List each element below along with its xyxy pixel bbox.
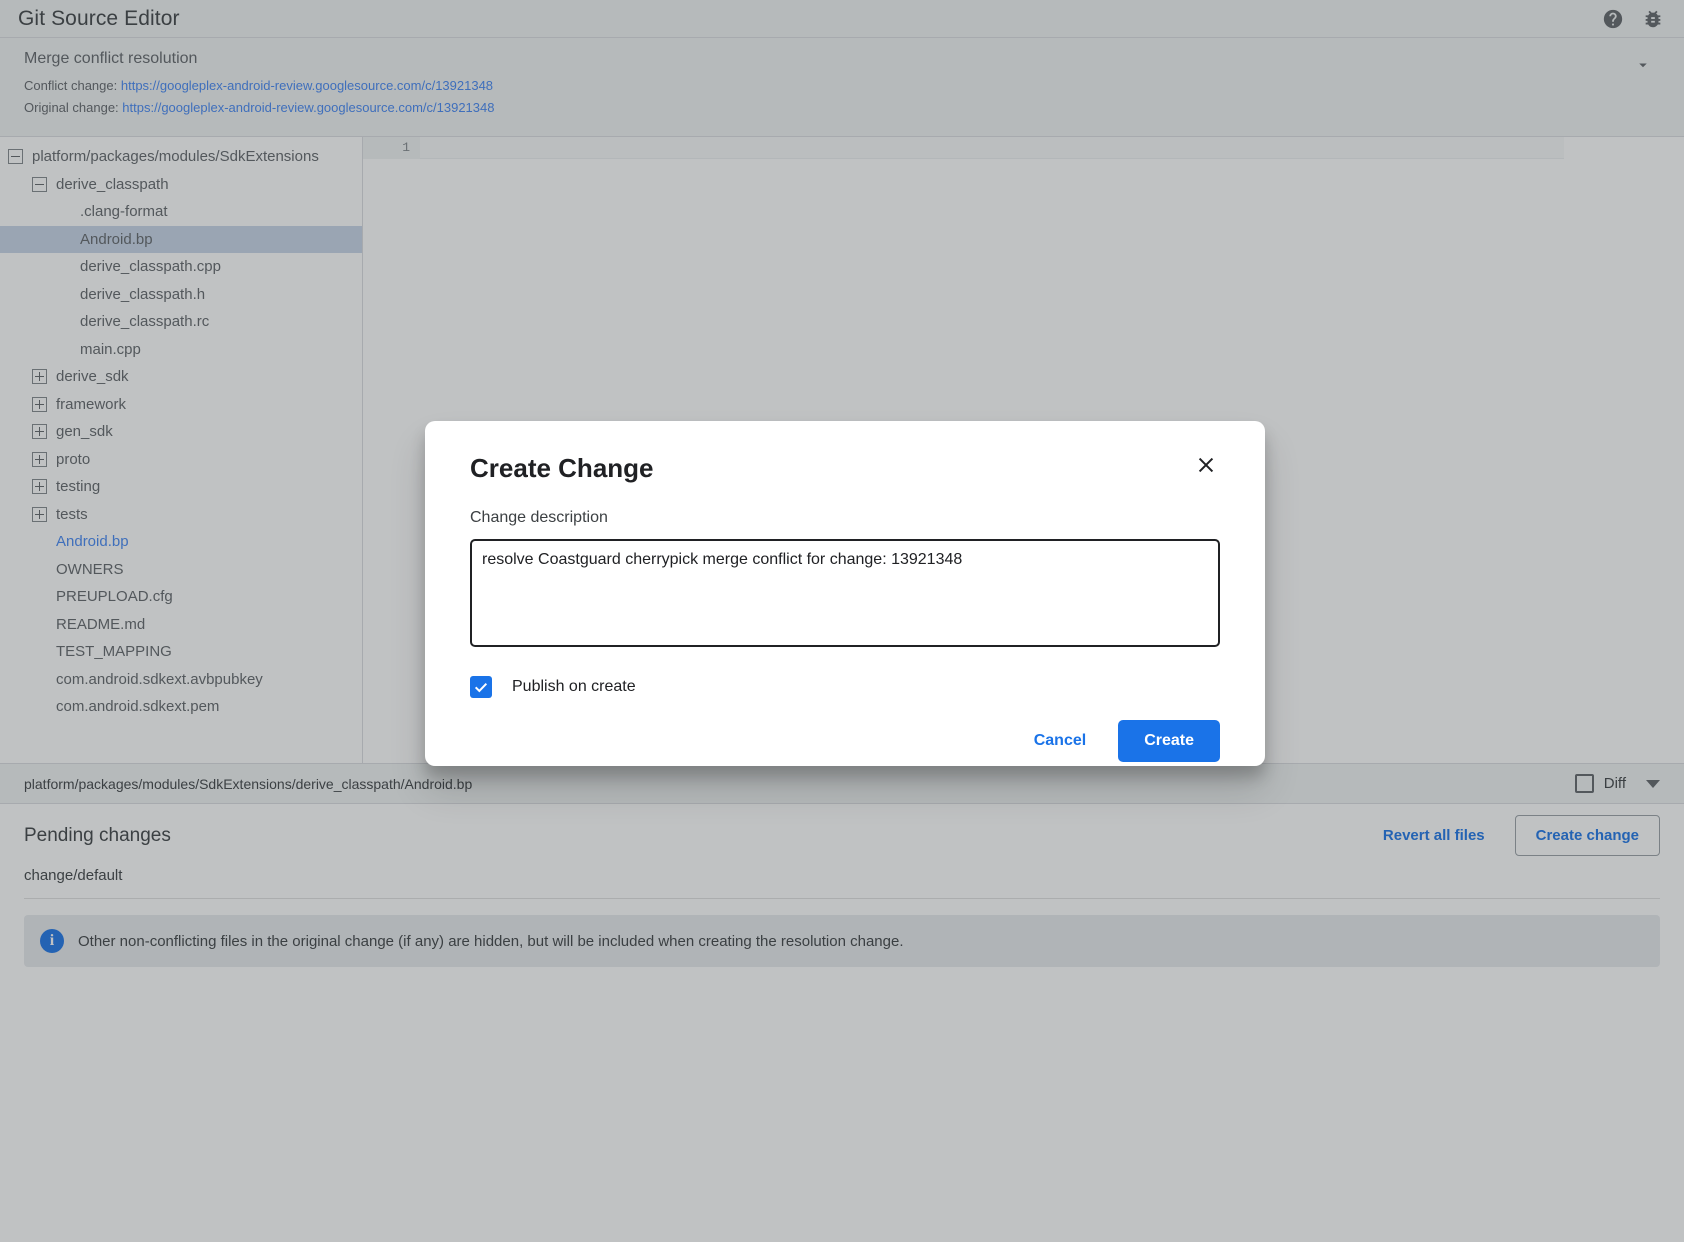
change-description-input[interactable] — [470, 539, 1220, 647]
publish-on-create-row: Publish on create — [470, 676, 1220, 698]
change-description-label: Change description — [470, 509, 1220, 527]
create-change-dialog: Create Change Change description Publish… — [425, 421, 1265, 766]
dialog-title: Create Change — [470, 453, 1192, 483]
create-button[interactable]: Create — [1118, 720, 1220, 762]
dialog-actions: Cancel Create — [470, 720, 1220, 762]
cancel-button[interactable]: Cancel — [1016, 721, 1104, 761]
publish-on-create-checkbox[interactable] — [470, 676, 492, 698]
publish-on-create-label: Publish on create — [512, 678, 636, 696]
close-icon[interactable] — [1192, 451, 1220, 479]
dialog-header: Create Change — [470, 453, 1220, 483]
